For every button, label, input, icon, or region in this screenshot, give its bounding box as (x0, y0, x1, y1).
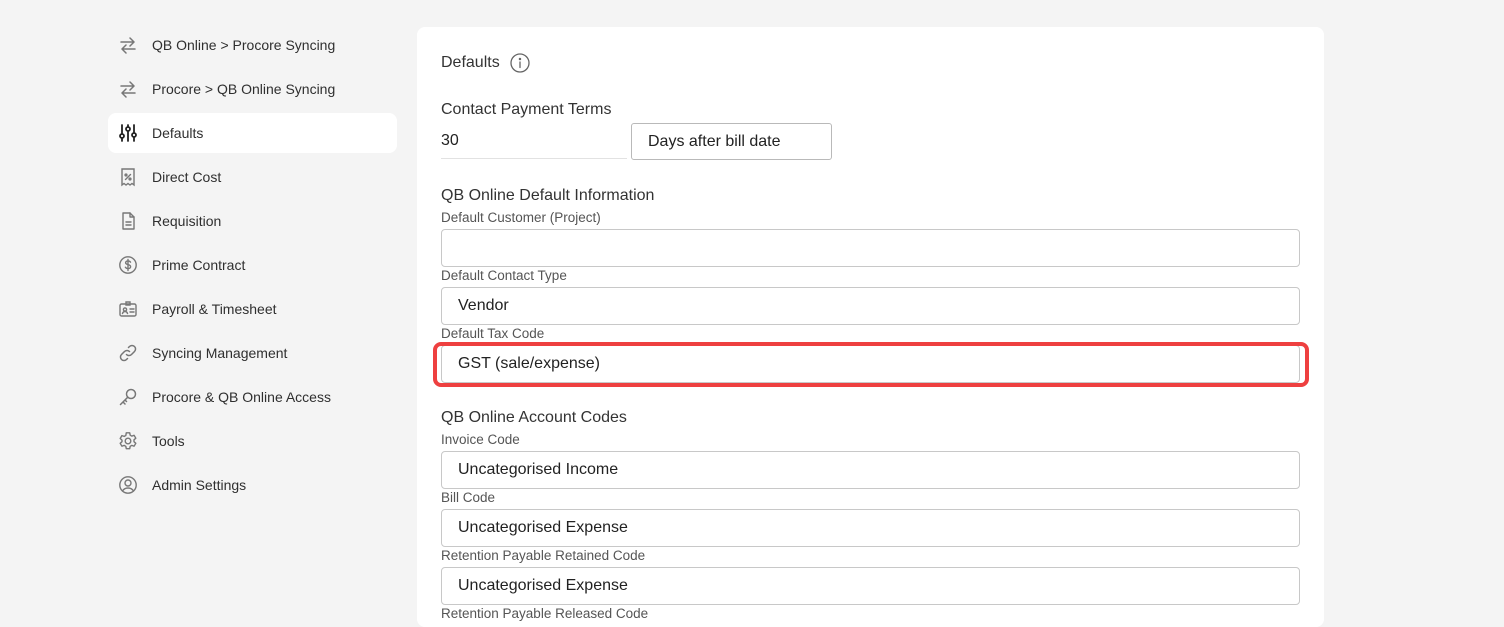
retention-payable-retained-label: Retention Payable Retained Code (441, 548, 646, 563)
page-title: Defaults (441, 54, 500, 71)
sidebar-item-label: Tools (152, 433, 185, 449)
sidebar-item-direct-cost[interactable]: Direct Cost (108, 157, 397, 197)
sidebar-item-label: QB Online > Procore Syncing (152, 37, 336, 53)
link-icon (118, 343, 138, 363)
sidebar-item-syncing-management[interactable]: Syncing Management (108, 333, 397, 373)
sliders-icon (118, 123, 138, 143)
key-icon (118, 387, 138, 407)
sidebar-item-label: Defaults (152, 125, 204, 141)
sidebar-item-label: Procore & QB Online Access (152, 389, 331, 405)
info-icon[interactable] (510, 53, 530, 73)
default-contact-type-label: Default Contact Type (441, 268, 567, 283)
bill-code-label: Bill Code (441, 490, 496, 505)
default-contact-type-select[interactable]: Vendor (441, 287, 1300, 325)
receipt-percent-icon (118, 167, 138, 187)
gear-icon (118, 431, 138, 451)
sidebar-item-prime-contract[interactable]: Prime Contract (108, 245, 397, 285)
payment-terms-label: Contact Payment Terms (441, 101, 612, 118)
default-tax-code-select[interactable]: GST (sale/expense) (441, 345, 1300, 383)
sidebar-item-label: Syncing Management (152, 345, 288, 361)
sidebar-item-procore-to-qbo[interactable]: Procore > QB Online Syncing (108, 69, 397, 109)
sidebar-nav: QB Online > Procore Syncing Procore > QB… (108, 25, 397, 509)
payment-terms-unit-select[interactable]: Days after bill date (631, 123, 832, 160)
id-card-icon (118, 299, 138, 319)
default-info-title: QB Online Default Information (441, 187, 655, 204)
sidebar-item-defaults[interactable]: Defaults (108, 113, 397, 153)
retention-payable-retained-select[interactable]: Uncategorised Expense (441, 567, 1300, 605)
sidebar-item-label: Payroll & Timesheet (152, 301, 277, 317)
sidebar-item-requisition[interactable]: Requisition (108, 201, 397, 241)
sidebar-item-procore-qbo-access[interactable]: Procore & QB Online Access (108, 377, 397, 417)
sidebar-item-label: Prime Contract (152, 257, 246, 273)
user-circle-icon (118, 475, 138, 495)
invoice-code-label: Invoice Code (441, 432, 520, 447)
sidebar-item-label: Requisition (152, 213, 222, 229)
sidebar-item-admin-settings[interactable]: Admin Settings (108, 465, 397, 505)
sidebar-item-label: Admin Settings (152, 477, 247, 493)
sidebar-item-label: Direct Cost (152, 169, 222, 185)
sync-arrows-icon (118, 79, 138, 99)
sidebar-item-tools[interactable]: Tools (108, 421, 397, 461)
default-customer-select[interactable] (441, 229, 1300, 267)
document-icon (118, 211, 138, 231)
page-title-row: Defaults (441, 53, 530, 73)
retention-payable-released-label: Retention Payable Released Code (441, 606, 649, 621)
default-customer-label: Default Customer (Project) (441, 210, 601, 225)
payment-days-input[interactable]: 30 (441, 123, 627, 159)
dollar-circle-icon (118, 255, 138, 275)
sidebar-item-payroll-timesheet[interactable]: Payroll & Timesheet (108, 289, 397, 329)
bill-code-select[interactable]: Uncategorised Expense (441, 509, 1300, 547)
sidebar-item-qbo-to-procore[interactable]: QB Online > Procore Syncing (108, 25, 397, 65)
invoice-code-select[interactable]: Uncategorised Income (441, 451, 1300, 489)
defaults-panel: Defaults Contact Payment Terms 30 Days a… (417, 27, 1324, 627)
sync-arrows-icon (118, 35, 138, 55)
account-codes-title: QB Online Account Codes (441, 409, 627, 426)
default-tax-code-label: Default Tax Code (441, 326, 545, 341)
sidebar-item-label: Procore > QB Online Syncing (152, 81, 336, 97)
